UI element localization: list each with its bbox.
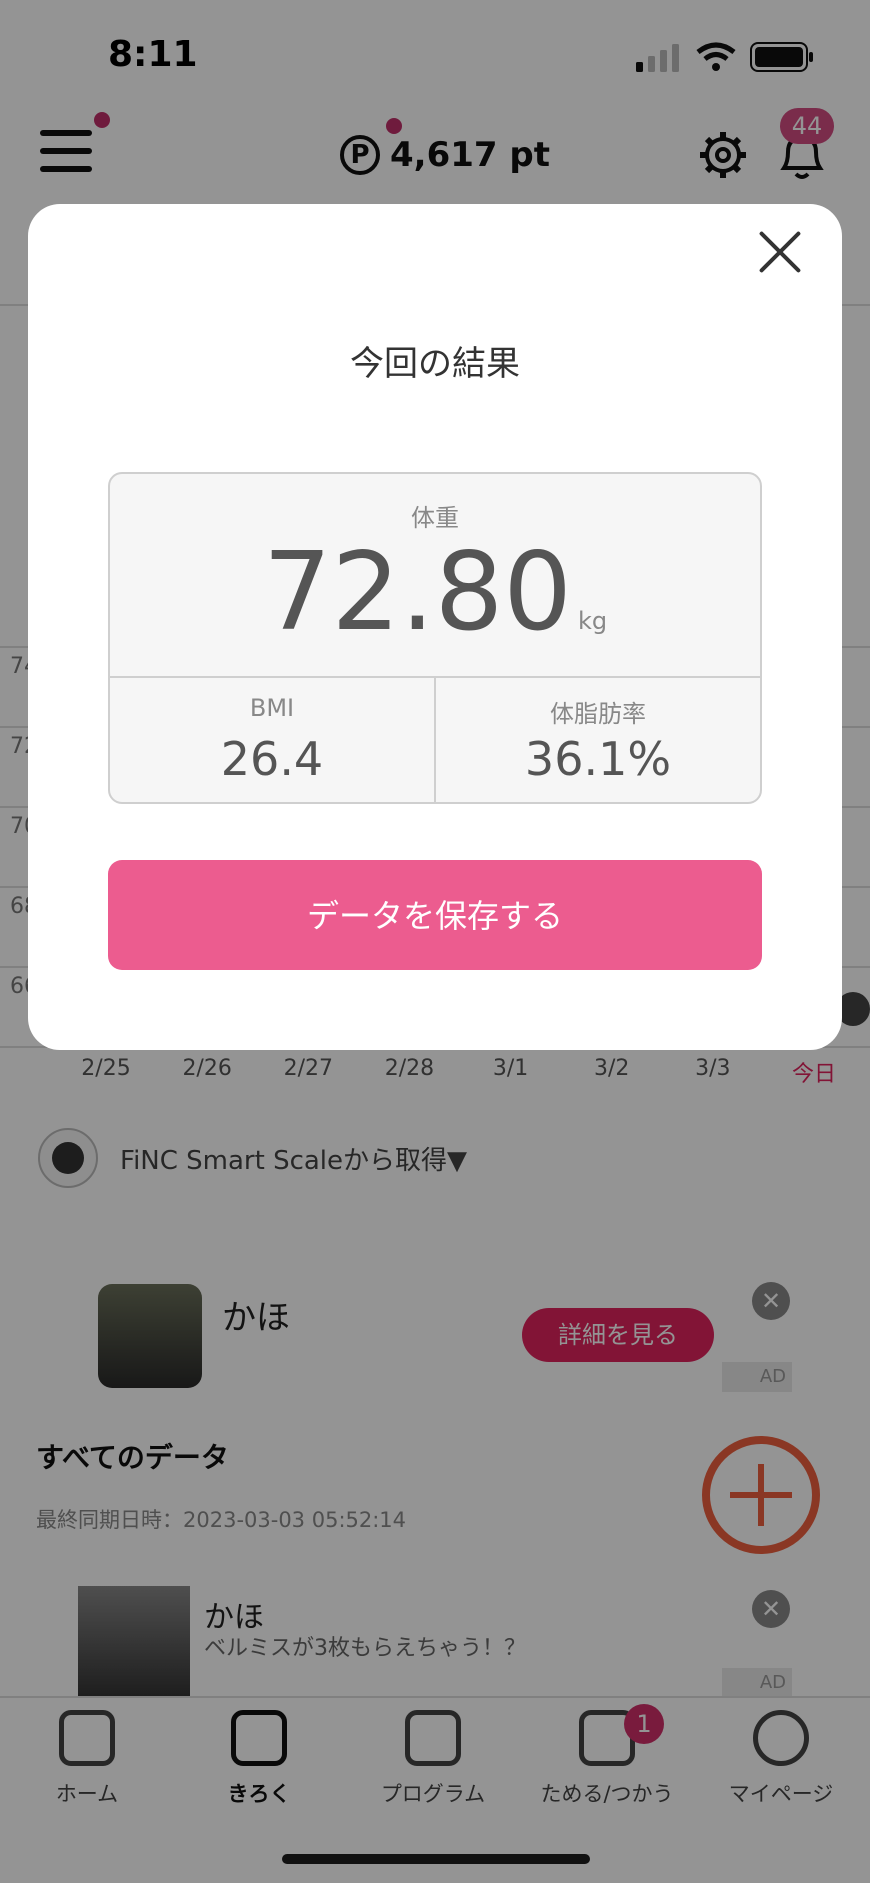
home-indicator <box>282 1854 590 1864</box>
weight-unit: kg <box>578 607 608 635</box>
bmi-label: BMI <box>249 694 295 722</box>
save-data-button[interactable]: データを保存する <box>108 860 762 970</box>
body-fat-label: 体脂肪率 <box>550 700 646 728</box>
close-icon[interactable] <box>756 228 804 276</box>
body-fat-value: 36.1% <box>524 732 672 786</box>
weight-value-row: 72.80 kg <box>108 530 762 655</box>
bmi-value: 26.4 <box>220 732 324 786</box>
weight-value: 72.80 <box>262 530 573 655</box>
modal-title: 今回の結果 <box>350 344 520 384</box>
weight-label: 体重 <box>411 504 459 532</box>
